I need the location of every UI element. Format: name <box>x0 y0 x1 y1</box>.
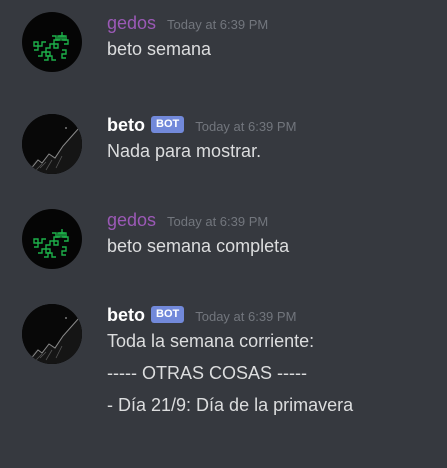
mountain-photo-icon <box>22 114 82 174</box>
message-content: gedos Today at 6:39 PM beto semana compl… <box>107 209 439 259</box>
username[interactable]: gedos <box>107 12 156 34</box>
avatar-gedos[interactable] <box>22 12 82 72</box>
timestamp: Today at 6:39 PM <box>167 214 269 229</box>
bot-tag: BOT <box>151 306 185 323</box>
dragon-curve-icon <box>33 32 69 61</box>
timestamp: Today at 6:39 PM <box>195 119 297 134</box>
username[interactable]: beto <box>107 304 145 326</box>
avatar-beto[interactable] <box>22 304 82 364</box>
message-text: - Día 21/9: Día de la primavera <box>107 395 354 415</box>
dragon-curve-icon <box>33 229 69 258</box>
message-text: beto semana completa <box>107 236 290 256</box>
message-text: Toda la semana corriente: <box>107 331 315 351</box>
mountain-photo-icon <box>22 304 82 364</box>
message-header: beto BOT Today at 6:39 PM <box>107 114 439 138</box>
message-text: beto semana <box>107 39 212 59</box>
message-text: ----- OTRAS COSAS ----- <box>107 363 307 383</box>
avatar-gedos[interactable] <box>22 209 82 269</box>
message-content: gedos Today at 6:39 PM beto semana <box>107 12 439 62</box>
username[interactable]: beto <box>107 114 145 136</box>
chat-messages: gedos Today at 6:39 PM beto semana beto … <box>0 0 447 468</box>
timestamp: Today at 6:39 PM <box>195 309 297 324</box>
message-header: gedos Today at 6:39 PM <box>107 209 439 233</box>
bot-tag: BOT <box>151 116 185 133</box>
timestamp: Today at 6:39 PM <box>167 17 269 32</box>
username[interactable]: gedos <box>107 209 156 231</box>
message-content: beto BOT Today at 6:39 PM Nada para most… <box>107 114 439 164</box>
message-content: beto BOT Today at 6:39 PM Toda la semana… <box>107 304 439 418</box>
avatar-beto[interactable] <box>22 114 82 174</box>
message-header: gedos Today at 6:39 PM <box>107 12 439 36</box>
message-text: Nada para mostrar. <box>107 141 262 161</box>
message-header: beto BOT Today at 6:39 PM <box>107 304 439 328</box>
